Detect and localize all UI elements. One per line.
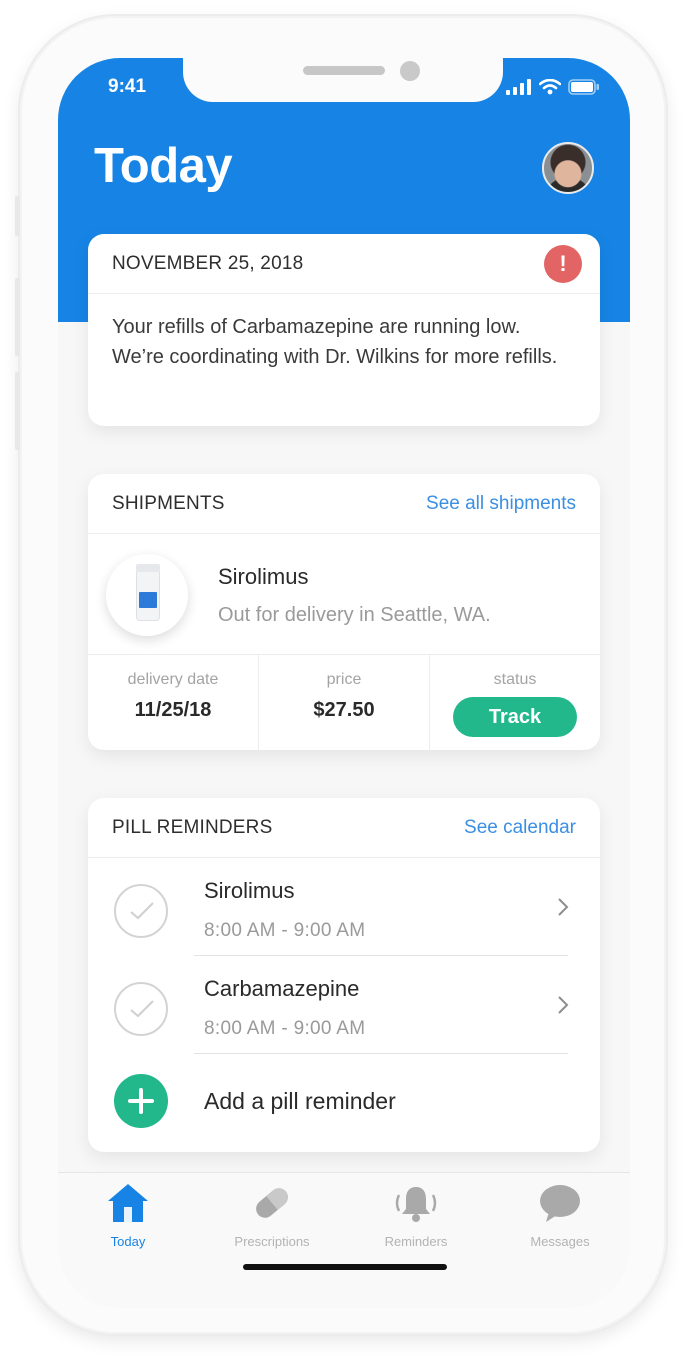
add-pill-reminder-button[interactable]: Add a pill reminder xyxy=(88,1054,600,1152)
home-indicator[interactable] xyxy=(243,1264,447,1270)
reminder-checkbox[interactable] xyxy=(114,884,168,938)
pill-bottle-icon xyxy=(106,554,188,636)
reminder-time: 8:00 AM - 9:00 AM xyxy=(204,920,366,941)
tab-reminders-label: Reminders xyxy=(384,1234,448,1249)
bell-icon xyxy=(395,1187,437,1222)
see-all-shipments-link[interactable]: See all shipments xyxy=(426,493,576,515)
shipment-stats: delivery date 11/25/18 price $27.50 stat… xyxy=(88,655,600,751)
chevron-right-icon xyxy=(558,996,569,1014)
phone-volume-down xyxy=(15,372,20,450)
alert-card-header: NOVEMBER 25, 2018 ! xyxy=(88,234,600,294)
speaker-grille xyxy=(303,66,385,75)
status-stat: status Track xyxy=(430,655,600,751)
shipments-header: SHIPMENTS See all shipments xyxy=(88,474,600,534)
reminder-medication-name: Sirolimus xyxy=(204,878,295,903)
wifi-icon xyxy=(539,79,561,95)
front-camera xyxy=(400,61,420,81)
reminder-time: 8:00 AM - 9:00 AM xyxy=(204,1018,366,1039)
tab-today[interactable]: Today xyxy=(68,1181,188,1249)
app-screen: 9:41 Today NOVEMBER 25, 2018 ! Your refi… xyxy=(58,58,630,1308)
cellular-signal-icon xyxy=(506,79,531,95)
shipments-title: SHIPMENTS xyxy=(112,492,225,514)
shipment-status-text: Out for delivery in Seattle, WA. xyxy=(218,604,491,626)
tab-reminders[interactable]: Reminders xyxy=(356,1181,476,1249)
phone-notch xyxy=(183,58,503,102)
price-label: price xyxy=(326,671,362,688)
tab-bar: Today Prescriptions Reminders Messages xyxy=(58,1172,630,1308)
track-button[interactable]: Track xyxy=(453,697,577,737)
status-bar-icons xyxy=(506,76,600,98)
pill-reminders-header: PILL REMINDERS See calendar xyxy=(88,798,600,858)
delivery-date-value: 11/25/18 xyxy=(134,699,212,721)
exclamation-alert-icon: ! xyxy=(544,244,582,283)
tab-prescriptions-label: Prescriptions xyxy=(234,1234,310,1249)
reminder-checkbox[interactable] xyxy=(114,982,168,1036)
delivery-date-stat: delivery date 11/25/18 xyxy=(88,655,259,751)
shipments-card: SHIPMENTS See all shipments Sirolimus Ou… xyxy=(88,474,600,751)
phone-mute-switch xyxy=(15,196,20,236)
price-value: $27.50 xyxy=(313,699,375,721)
page-title: Today xyxy=(94,139,233,193)
shipment-item[interactable]: Sirolimus Out for delivery in Seattle, W… xyxy=(88,534,600,655)
status-label: status xyxy=(493,671,537,688)
tab-today-label: Today xyxy=(110,1234,146,1249)
home-icon xyxy=(108,1184,148,1222)
price-stat: price $27.50 xyxy=(259,655,430,751)
status-bar-time: 9:41 xyxy=(108,76,147,97)
refill-alert-card: NOVEMBER 25, 2018 ! Your refills of Carb… xyxy=(88,234,600,426)
tab-messages-label: Messages xyxy=(530,1234,590,1249)
plus-icon xyxy=(114,1074,168,1128)
alert-message: Your refills of Carbamazepine are runnin… xyxy=(112,316,558,368)
reminder-item[interactable]: Carbamazepine 8:00 AM - 9:00 AM xyxy=(88,956,600,1054)
pill-reminders-title: PILL REMINDERS xyxy=(112,816,273,838)
user-avatar[interactable] xyxy=(542,142,594,194)
battery-icon xyxy=(568,79,599,95)
tab-messages[interactable]: Messages xyxy=(500,1181,620,1249)
alert-date: NOVEMBER 25, 2018 xyxy=(112,252,304,274)
tab-prescriptions[interactable]: Prescriptions xyxy=(212,1181,332,1249)
checkmark-icon xyxy=(130,1000,154,1018)
pill-icon xyxy=(256,1188,288,1218)
chevron-right-icon xyxy=(558,898,569,916)
see-calendar-link[interactable]: See calendar xyxy=(464,817,576,839)
pill-reminders-card: PILL REMINDERS See calendar Sirolimus 8:… xyxy=(88,798,600,1152)
add-pill-reminder-label: Add a pill reminder xyxy=(204,1088,396,1114)
reminder-item[interactable]: Sirolimus 8:00 AM - 9:00 AM xyxy=(88,858,600,956)
delivery-date-label: delivery date xyxy=(127,671,219,688)
checkmark-icon xyxy=(130,902,154,920)
reminder-medication-name: Carbamazepine xyxy=(204,976,360,1001)
phone-volume-up xyxy=(15,278,20,356)
chat-bubble-icon xyxy=(540,1185,580,1222)
shipment-medication-name: Sirolimus xyxy=(218,564,309,589)
